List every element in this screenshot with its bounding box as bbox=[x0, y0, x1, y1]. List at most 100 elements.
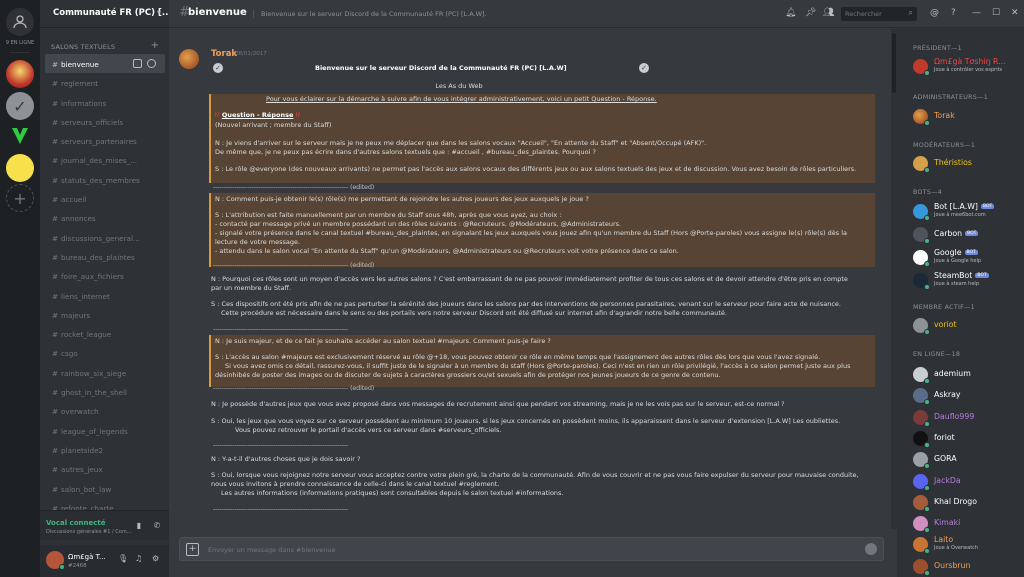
add-server-icon[interactable]: + bbox=[6, 184, 34, 212]
server-avatar-2[interactable]: ✓ bbox=[6, 92, 34, 120]
member-item-bot[interactable]: Bot [L.A.W] BOT Joue à mee6bot.com bbox=[913, 202, 1021, 223]
upload-icon[interactable]: + bbox=[186, 543, 199, 556]
server-avatar-3[interactable] bbox=[6, 122, 34, 150]
add-channel-icon[interactable]: + bbox=[151, 40, 159, 51]
a2e-text: - attendu dans le salon vocal "En attent… bbox=[215, 247, 679, 255]
channel-item-reglement[interactable]: reglement bbox=[45, 73, 165, 92]
member-name: foriot bbox=[934, 432, 955, 442]
newcomer-line: (Nouvel arrivant ; membre du Staff) bbox=[215, 121, 332, 129]
member-item[interactable]: Laito Joue à Overwatch bbox=[913, 535, 1021, 556]
member-item[interactable]: Dauflo999 bbox=[913, 409, 1021, 429]
chat-area: Torak 08/01/2017 ✓ ✓ Bienvenue sur le se… bbox=[169, 0, 897, 577]
a2c-text: - signalé votre présence dans le canal t… bbox=[215, 229, 848, 237]
question-mark-icon: ⁉ bbox=[293, 111, 301, 119]
maximize-icon[interactable]: ☐ bbox=[992, 8, 1000, 18]
member-activity: Joue à steam help bbox=[934, 281, 979, 287]
channel-item-ghost-in-the-shell[interactable]: ghost_in_the_shell bbox=[45, 382, 165, 401]
channel-item-planetside2[interactable]: planetside2 bbox=[45, 440, 165, 459]
microphone-icon[interactable]: 🎙︎ bbox=[118, 554, 128, 563]
emoji-icon[interactable] bbox=[865, 543, 877, 555]
user-panel: Ωm£gà T... #2468 🎙︎ ♫ ⚙ bbox=[40, 545, 169, 577]
checkmark-icon: ✓ bbox=[639, 63, 649, 73]
channel-label: csgo bbox=[61, 349, 78, 359]
scrollbar-thumb[interactable] bbox=[892, 33, 896, 93]
channel-item-accueil[interactable]: accueil bbox=[45, 189, 165, 208]
message-author[interactable]: Torak bbox=[211, 49, 237, 59]
channel-item-discussions-general[interactable]: discussions_general... bbox=[45, 228, 165, 247]
status-online-dot bbox=[924, 463, 930, 470]
channel-item-overwatch[interactable]: overwatch bbox=[45, 401, 165, 420]
settings-gear-icon[interactable]: ⚙ bbox=[152, 554, 159, 563]
member-item[interactable]: Ωm£gà Tσshiŋ R... Joue à contrôler vos e… bbox=[913, 57, 1021, 78]
voice-channel-sub[interactable]: Discussions générales #1 / Com... bbox=[46, 529, 131, 535]
status-online-dot bbox=[924, 215, 930, 221]
server-avatar-1[interactable] bbox=[6, 60, 34, 88]
notification-bell-icon[interactable]: 🔔︎ bbox=[785, 8, 796, 18]
member-item[interactable]: Kimaki bbox=[913, 515, 1021, 535]
member-item[interactable]: voriot bbox=[913, 317, 1021, 337]
channel-item-league-of-legends[interactable]: league_of_legends bbox=[45, 421, 165, 440]
user-discriminator: #2468 bbox=[68, 563, 87, 569]
channel-item-salon-bot-law[interactable]: salon_bot_law bbox=[45, 479, 165, 498]
channel-item-annonces[interactable]: annonces bbox=[45, 208, 165, 227]
member-item[interactable]: foriot bbox=[913, 430, 1021, 450]
channel-label: planetside2 bbox=[61, 445, 104, 455]
member-item[interactable]: GORA bbox=[913, 451, 1021, 471]
role-online: EN LIGNE—18 bbox=[913, 351, 961, 358]
member-item[interactable]: JackDa bbox=[913, 473, 1021, 493]
member-item[interactable]: Khal Drogo bbox=[913, 494, 1021, 514]
server-avatar-4[interactable] bbox=[6, 154, 34, 182]
avatar[interactable] bbox=[179, 49, 199, 69]
channel-item-bureau-des-plaintes[interactable]: bureau_des_plaintes bbox=[45, 247, 165, 266]
disconnect-icon[interactable]: ✆ bbox=[150, 519, 164, 533]
channel-item-rocket-league[interactable]: rocket_league bbox=[45, 324, 165, 343]
member-item-bot[interactable]: SteamBot BOT Joue à steam help bbox=[913, 271, 1021, 292]
mention-icon[interactable]: @ bbox=[930, 8, 939, 18]
message-composer[interactable]: + Envoyer un message dans #bienvenue bbox=[179, 537, 884, 561]
channel-item-rainbow-six-siege[interactable]: rainbow_six_siege bbox=[45, 363, 165, 382]
channel-item-bienvenue[interactable]: bienvenue bbox=[45, 54, 165, 74]
pin-icon[interactable]: 📌︎ bbox=[805, 8, 816, 18]
status-online-dot bbox=[924, 484, 930, 491]
minimize-icon[interactable]: — bbox=[972, 8, 981, 18]
composer-placeholder: Envoyer un message dans #bienvenue bbox=[208, 546, 336, 554]
channel-settings-icon[interactable] bbox=[147, 59, 156, 68]
member-item[interactable]: Torak bbox=[913, 108, 1021, 128]
channel-item-majeurs[interactable]: majeurs bbox=[45, 305, 165, 324]
search-input[interactable]: Rechercher ⌕ bbox=[841, 7, 917, 21]
close-icon[interactable]: ✕ bbox=[1011, 8, 1019, 18]
friends-home-icon[interactable] bbox=[6, 8, 34, 36]
member-name: Askray bbox=[934, 390, 961, 400]
invite-icon[interactable] bbox=[133, 59, 142, 68]
category-text-channels[interactable]: SALONS TEXTUELS bbox=[51, 43, 115, 51]
member-item[interactable]: Oursbrun bbox=[913, 558, 1021, 577]
channel-item-informations[interactable]: informations bbox=[45, 93, 165, 112]
channel-item-serveurs-partenaires[interactable]: serveurs_partenaires bbox=[45, 131, 165, 150]
channel-item-autres-jeux[interactable]: autres_jeux bbox=[45, 459, 165, 478]
member-item[interactable]: ademium bbox=[913, 366, 1021, 386]
member-list-icon[interactable]: 👥︎ bbox=[823, 8, 834, 18]
help-icon[interactable]: ? bbox=[951, 8, 956, 18]
member-name: Torak bbox=[934, 111, 955, 120]
channel-label: foire_aux_fichiers bbox=[61, 272, 124, 282]
member-item-bot[interactable]: Carbon BOT bbox=[913, 226, 1021, 246]
a1-text: S : Le rôle @everyone (des nouveaux arri… bbox=[215, 165, 857, 173]
channel-item-csgo[interactable]: csgo bbox=[45, 343, 165, 362]
channel-item-statuts-des-membres[interactable]: statuts_des_membres bbox=[45, 170, 165, 189]
voice-signal-icon[interactable]: ▮ bbox=[132, 519, 146, 533]
channel-label: salon_bot_law bbox=[61, 484, 112, 494]
status-online-dot bbox=[924, 548, 930, 555]
status-online-dot bbox=[924, 261, 930, 267]
server-name-header[interactable]: Communauté FR (PC) [... ▾ bbox=[40, 0, 169, 28]
member-item-bot[interactable]: Google BOT Joue à Google help bbox=[913, 248, 1021, 269]
member-item[interactable]: Théristios bbox=[913, 155, 1021, 175]
headphones-icon[interactable]: ♫ bbox=[135, 554, 142, 563]
q5-text: N : Je possède d'autres jeux que vous av… bbox=[211, 400, 785, 408]
channel-item-serveurs-officiels[interactable]: serveurs_officiels bbox=[45, 112, 165, 131]
member-name: Oursbrun bbox=[934, 560, 971, 570]
member-item[interactable]: Askray bbox=[913, 387, 1021, 407]
channel-item-journal-des-mises[interactable]: journal_des_mises_... bbox=[45, 150, 165, 169]
channel-topic: Bienvenue sur le serveur Discord de la C… bbox=[253, 10, 487, 18]
channel-item-liens-internet[interactable]: liens_internet bbox=[45, 286, 165, 305]
channel-item-foire-aux-fichiers[interactable]: foire_aux_fichiers bbox=[45, 266, 165, 285]
